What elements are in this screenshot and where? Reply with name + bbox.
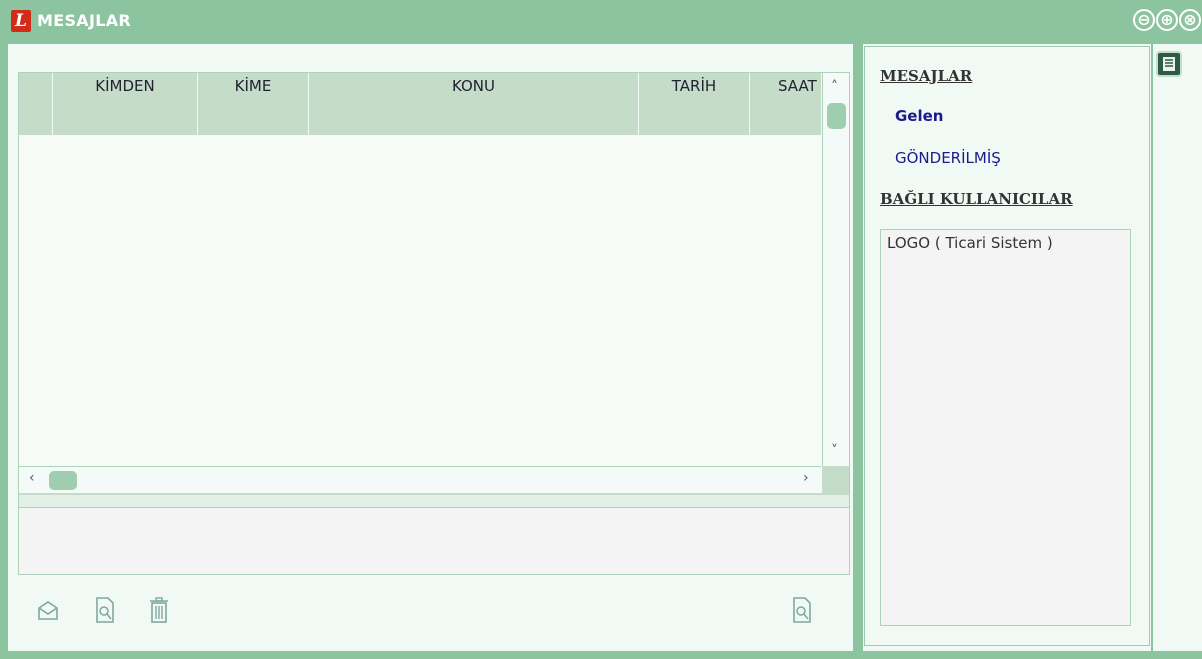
side-panel: MESAJLAR Gelen GÖNDERİLMİŞ BAĞLI KULLANI… (864, 46, 1150, 646)
column-header-date[interactable]: TARİH (639, 73, 750, 135)
column-header-to[interactable]: KİME (198, 73, 309, 135)
vertical-scroll-thumb[interactable] (827, 103, 846, 129)
maximize-icon[interactable]: ⊕ (1156, 9, 1178, 31)
scroll-right-icon[interactable]: › (803, 470, 809, 486)
grid-header: KİMDEN KİME KONU TARİH SAAT (19, 73, 821, 135)
logo-icon: L (11, 10, 31, 32)
side-divider (1151, 44, 1153, 651)
connected-users-list[interactable]: LOGO ( Ticari Sistem ) (880, 229, 1131, 626)
close-icon[interactable]: ⊗ (1179, 9, 1201, 31)
horizontal-scroll-thumb[interactable] (49, 471, 77, 490)
window-title: MESAJLAR (37, 11, 132, 30)
list-item[interactable]: LOGO ( Ticari Sistem ) (887, 234, 1124, 252)
row-selector-header[interactable] (19, 73, 53, 135)
vertical-scrollbar[interactable]: ˄ ˅ (822, 73, 849, 466)
column-header-subject[interactable]: KONU (309, 73, 639, 135)
nav-item-sent[interactable]: GÖNDERİLMİŞ (895, 149, 1001, 167)
scroll-up-icon[interactable]: ˄ (831, 79, 838, 95)
message-preview-area[interactable] (18, 507, 850, 575)
view-message-icon[interactable] (93, 596, 117, 624)
scroll-down-icon[interactable]: ˅ (831, 443, 838, 459)
window-body: KİMDEN KİME KONU TARİH SAAT ˄ ˅ ‹ › MESA… (8, 44, 1202, 651)
messages-grid[interactable]: KİMDEN KİME KONU TARİH SAAT ˄ ˅ ‹ › (18, 72, 850, 513)
horizontal-scrollbar[interactable]: ‹ › (19, 466, 821, 493)
title-bar[interactable]: L MESAJLAR ⊖ ⊕ ⊗ (0, 0, 1202, 44)
column-header-from[interactable]: KİMDEN (53, 73, 198, 135)
scrollbar-corner (822, 466, 849, 493)
minimize-icon[interactable]: ⊖ (1133, 9, 1155, 31)
nav-item-inbox[interactable]: Gelen (895, 107, 943, 125)
panel-toggle-icon[interactable] (1156, 51, 1182, 77)
messages-window: L MESAJLAR ⊖ ⊕ ⊗ KİMDEN KİME KONU TARİH … (0, 0, 1202, 659)
messages-heading: MESAJLAR (880, 67, 973, 85)
column-header-time[interactable]: SAAT (750, 73, 821, 135)
new-message-icon[interactable] (36, 596, 60, 624)
delete-icon[interactable] (147, 596, 171, 624)
preview-icon[interactable] (790, 596, 814, 624)
scroll-left-icon[interactable]: ‹ (29, 470, 35, 486)
connected-users-heading: BAĞLI KULLANICILAR (880, 190, 1073, 208)
panel-splitter[interactable] (853, 44, 863, 651)
